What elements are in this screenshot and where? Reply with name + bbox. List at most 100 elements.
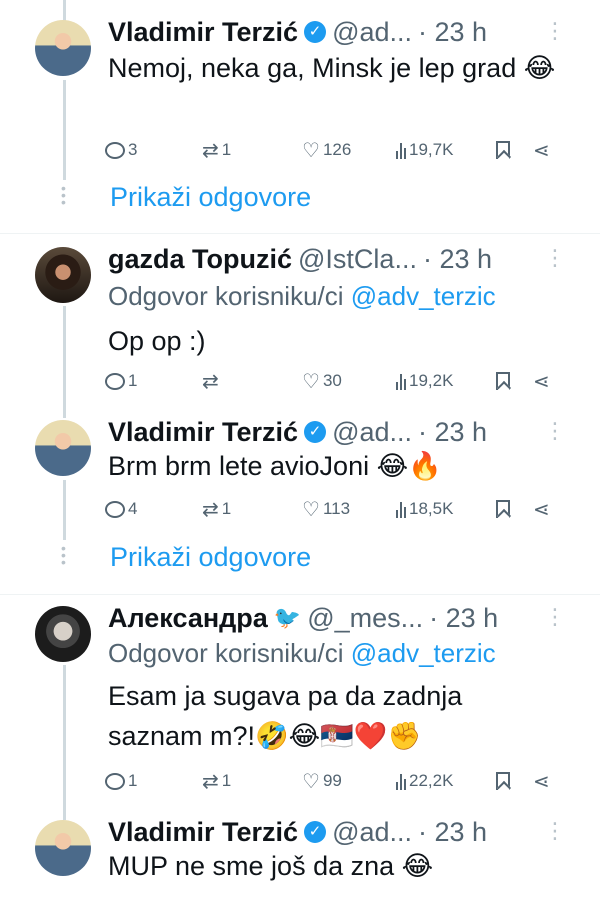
- retweet-button[interactable]: ⇄ 1: [202, 494, 231, 524]
- reply-count: 1: [128, 771, 138, 790]
- like-count: 113: [322, 499, 351, 518]
- like-icon: ♡: [302, 498, 320, 521]
- bookmark-button[interactable]: [496, 766, 510, 796]
- tweet-text: Nemoj, neka ga, Minsk je lep grad 😂: [108, 53, 556, 83]
- retweet-icon: ⇄: [202, 498, 219, 521]
- tweet[interactable]: gazda Topuzić @IstCla... · 23 h ⋮ Odgovo…: [0, 235, 600, 405]
- tweet-text: Esam ja sugava pa da zadnja saznam m?!🤣😂…: [108, 681, 463, 751]
- like-button[interactable]: ♡ 99: [302, 766, 342, 796]
- timestamp[interactable]: · 23 h: [418, 817, 487, 848]
- show-replies-link[interactable]: Prikaži odgovore: [110, 182, 311, 213]
- tweet-text: MUP ne sme još da zna 😂: [108, 851, 434, 881]
- bookmark-button[interactable]: [496, 135, 510, 165]
- bookmark-icon: [496, 141, 510, 159]
- avatar[interactable]: [35, 20, 91, 76]
- views-icon: [396, 141, 406, 159]
- action-bar: 3 ⇄ 1 ♡ 126 19,7K ⋖: [105, 135, 565, 165]
- like-button[interactable]: ♡ 30: [302, 366, 342, 396]
- retweet-button[interactable]: ⇄: [202, 366, 222, 396]
- author-name[interactable]: Vladimir Terzić: [108, 817, 298, 848]
- share-button[interactable]: ⋖: [533, 766, 553, 796]
- reply-context: Odgovor korisniku/ci @adv_terzic: [108, 638, 496, 669]
- author-name[interactable]: Vladimir Terzić: [108, 417, 298, 448]
- retweet-button[interactable]: ⇄ 1: [202, 766, 231, 796]
- author-handle[interactable]: @_mes...: [307, 603, 423, 634]
- views-button[interactable]: 19,2K: [396, 366, 453, 396]
- author-name[interactable]: Vladimir Terzić: [108, 17, 298, 48]
- timestamp[interactable]: · 23 h: [418, 17, 487, 48]
- share-icon: ⋖: [533, 370, 550, 393]
- author-handle[interactable]: @IstCla...: [298, 244, 417, 275]
- more-icon[interactable]: ⋮: [544, 18, 566, 44]
- reply-context: Odgovor korisniku/ci @adv_terzic: [108, 281, 496, 312]
- action-bar: 1 ⇄ ♡ 30 19,2K ⋖: [105, 366, 565, 396]
- verified-badge-icon: ✓: [304, 821, 327, 843]
- like-icon: ♡: [302, 770, 320, 793]
- avatar[interactable]: [35, 420, 91, 476]
- tweet-header: Александра 🐦 @_mes... · 23 h: [108, 598, 498, 638]
- share-button[interactable]: ⋖: [533, 135, 553, 165]
- share-icon: ⋖: [533, 139, 550, 162]
- twitter-bird-icon: 🐦: [273, 605, 302, 630]
- avatar[interactable]: [35, 247, 91, 303]
- views-count: 19,2K: [409, 371, 454, 390]
- like-count: 126: [322, 140, 352, 159]
- retweet-icon: ⇄: [202, 139, 219, 162]
- tweet[interactable]: Vladimir Terzić ✓ @ad... · 23 h ⋮ MUP ne…: [0, 808, 600, 900]
- reply-button[interactable]: 1: [105, 766, 137, 796]
- reply-count: 3: [128, 140, 138, 159]
- retweet-count: 1: [221, 771, 232, 790]
- action-bar: 4 ⇄ 1 ♡ 113 18,5K ⋖: [105, 494, 565, 524]
- author-handle[interactable]: @ad...: [332, 417, 412, 448]
- like-count: 30: [322, 371, 342, 390]
- views-count: 19,7K: [409, 140, 454, 159]
- views-button[interactable]: 22,2K: [396, 766, 453, 796]
- reply-button[interactable]: 3: [105, 135, 137, 165]
- reply-to-handle[interactable]: @adv_terzic: [351, 281, 496, 311]
- bookmark-button[interactable]: [496, 494, 510, 524]
- divider: [0, 594, 600, 595]
- author-handle[interactable]: @ad...: [332, 817, 412, 848]
- tweet[interactable]: Александра 🐦 @_mes... · 23 h ⋮ Odgovor k…: [0, 596, 600, 806]
- bookmark-icon: [496, 500, 510, 518]
- reply-to-label: Odgovor korisniku/ci: [108, 638, 344, 668]
- thread-dots: • • •: [61, 540, 66, 570]
- views-button[interactable]: 19,7K: [396, 135, 453, 165]
- like-button[interactable]: ♡ 113: [302, 494, 350, 524]
- tweet-text: Brm brm lete avioJoni 😂🔥: [108, 451, 442, 481]
- tweet[interactable]: Vladimir Terzić ✓ @ad... · 23 h ⋮ Brm br…: [0, 410, 600, 540]
- author-handle[interactable]: @ad...: [332, 17, 412, 48]
- thread-dots: • • •: [61, 180, 66, 210]
- more-icon[interactable]: ⋮: [544, 604, 566, 630]
- reply-to-handle[interactable]: @adv_terzic: [351, 638, 496, 668]
- retweet-button[interactable]: ⇄ 1: [202, 135, 231, 165]
- timestamp[interactable]: · 23 h: [418, 417, 487, 448]
- bookmark-icon: [496, 372, 510, 390]
- avatar[interactable]: [35, 606, 91, 662]
- avatar[interactable]: [35, 820, 91, 876]
- reply-button[interactable]: 1: [105, 366, 137, 396]
- author-name[interactable]: gazda Topuzić: [108, 244, 292, 275]
- reply-button[interactable]: 4: [105, 494, 137, 524]
- share-button[interactable]: ⋖: [533, 366, 553, 396]
- tweet-text: Op op :): [108, 326, 206, 356]
- views-button[interactable]: 18,5K: [396, 494, 453, 524]
- retweet-icon: ⇄: [202, 770, 219, 793]
- more-icon[interactable]: ⋮: [544, 418, 566, 444]
- reply-to-label: Odgovor korisniku/ci: [108, 281, 344, 311]
- timestamp[interactable]: · 23 h: [423, 244, 492, 275]
- like-button[interactable]: ♡ 126: [302, 135, 351, 165]
- divider: [0, 233, 600, 234]
- author-name[interactable]: Александра: [108, 603, 268, 634]
- reply-icon: [105, 141, 125, 159]
- tweet[interactable]: Vladimir Terzić ✓ @ad... · 23 h ⋮ Nemoj,…: [0, 0, 600, 180]
- bookmark-icon: [496, 772, 510, 790]
- more-icon[interactable]: ⋮: [544, 818, 566, 844]
- reply-count: 1: [128, 371, 138, 390]
- share-button[interactable]: ⋖: [533, 494, 553, 524]
- more-icon[interactable]: ⋮: [544, 245, 566, 271]
- reply-icon: [105, 500, 125, 518]
- bookmark-button[interactable]: [496, 366, 510, 396]
- timestamp[interactable]: · 23 h: [429, 603, 498, 634]
- show-replies-link[interactable]: Prikaži odgovore: [110, 542, 311, 573]
